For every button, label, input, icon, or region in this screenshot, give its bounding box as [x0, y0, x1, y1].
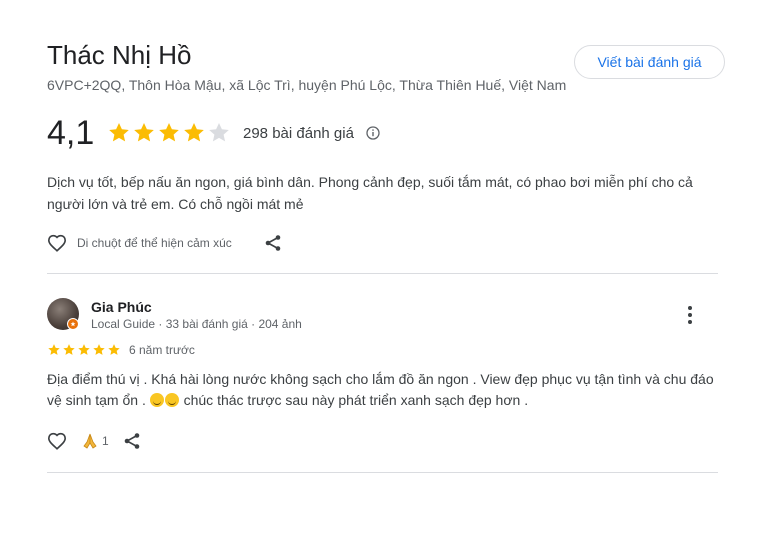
- reviewer-name[interactable]: Gia Phúc: [91, 299, 152, 315]
- place-address: 6VPC+2QQ, Thôn Hòa Mậu, xã Lộc Trì, huyệ…: [47, 77, 567, 93]
- review-actions: 1: [47, 429, 141, 453]
- write-review-button[interactable]: Viết bài đánh giá: [574, 45, 725, 79]
- place-summary: Dịch vụ tốt, bếp nấu ăn ngon, giá bình d…: [47, 174, 693, 212]
- divider: [47, 273, 718, 274]
- review-text: Địa điểm thú vị . Khá hài lòng nước khôn…: [47, 369, 727, 411]
- rating-summary: 4,1 298 bài đánh giá: [47, 113, 380, 153]
- rating-value: 4,1: [47, 113, 95, 152]
- review-date: 6 năm trước: [129, 343, 195, 357]
- rolling-laughing-emoji-icon: [149, 393, 164, 407]
- reaction-hint: Di chuột để thể hiện cảm xúc: [77, 236, 232, 250]
- reviewer-meta[interactable]: Local Guide · 33 bài đánh giá · 204 ảnh: [91, 317, 302, 331]
- reaction-bar: Di chuột để thể hiện cảm xúc: [47, 231, 282, 255]
- rating-star-icon: [159, 123, 179, 142]
- review-star-icon: [63, 344, 75, 355]
- more-options-icon[interactable]: [680, 302, 700, 328]
- rating-star-icon: [134, 123, 154, 142]
- review-star-icon: [93, 344, 105, 355]
- review-rating: 6 năm trước: [47, 342, 195, 358]
- rolling-laughing-emoji-icon: [164, 393, 179, 407]
- rating-star-icon: [109, 123, 129, 142]
- place-title: Thác Nhị Hồ: [47, 40, 192, 70]
- review-count[interactable]: 298 bài đánh giá: [243, 125, 354, 142]
- heart-icon[interactable]: [47, 234, 67, 252]
- review-text-part2: chúc thác trược sau này phát triển xanh …: [183, 392, 529, 408]
- praying-hands-icon[interactable]: [81, 432, 99, 450]
- review-stars: [47, 343, 121, 357]
- rating-star-icon: [209, 123, 229, 142]
- rating-star-icon: [184, 123, 204, 142]
- review-star-icon: [48, 344, 60, 355]
- divider: [47, 472, 718, 473]
- share-icon[interactable]: [264, 234, 282, 252]
- heart-icon[interactable]: [47, 432, 67, 450]
- review-star-icon: [108, 344, 120, 355]
- share-icon[interactable]: [123, 432, 141, 450]
- local-guide-badge-icon: [67, 318, 79, 330]
- rating-stars: [107, 121, 231, 145]
- info-icon[interactable]: [366, 126, 380, 140]
- reaction-count: 1: [102, 434, 109, 448]
- review-star-icon: [78, 344, 90, 355]
